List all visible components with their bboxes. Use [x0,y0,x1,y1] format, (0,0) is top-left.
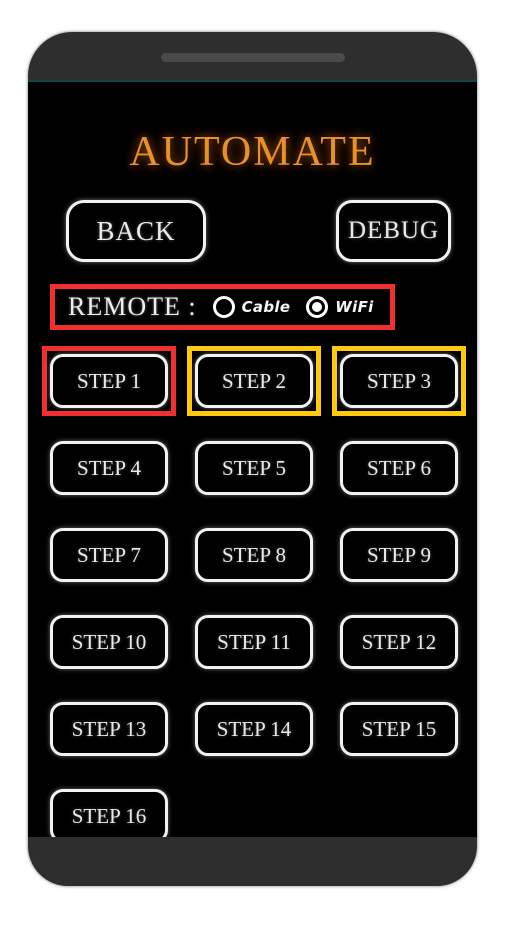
step-button-3[interactable]: STEP 3 [340,354,458,408]
step-button-5[interactable]: STEP 5 [195,441,313,495]
step-cell: STEP 14 [195,702,313,756]
step-button-6[interactable]: STEP 6 [340,441,458,495]
remote-row: REMOTE : Cable WiFi [55,289,390,325]
radio-option-cable[interactable]: Cable [212,296,291,318]
back-button[interactable]: BACK [66,200,206,262]
radio-wifi-icon[interactable] [306,296,329,318]
step-cell: STEP 15 [340,702,458,756]
step-cell: STEP 9 [340,528,458,582]
step-cell: STEP 1 [42,346,176,416]
step-button-16[interactable]: STEP 16 [50,789,168,837]
remote-label: REMOTE : [68,292,197,321]
step-button-4[interactable]: STEP 4 [50,441,168,495]
page-title: AUTOMATE [129,129,376,175]
step-cell: STEP 5 [195,441,313,495]
debug-button[interactable]: DEBUG [336,200,451,262]
step-button-9[interactable]: STEP 9 [340,528,458,582]
step-cell: STEP 13 [50,702,168,756]
step-button-8[interactable]: STEP 8 [195,528,313,582]
step-button-12[interactable]: STEP 12 [340,615,458,669]
phone-device: AUTOMATE BACK DEBUG REMOTE : Cable WiFi … [28,32,477,886]
step-cell: STEP 10 [50,615,168,669]
step-cell: STEP 11 [195,615,313,669]
step-cell: STEP 4 [50,441,168,495]
radio-option-wifi[interactable]: WiFi [306,296,373,318]
speaker-grille [160,53,345,62]
remote-row-highlight-box: REMOTE : Cable WiFi [50,284,395,330]
phone-bottom-bezel [28,837,477,886]
radio-cable-label: Cable [241,298,291,316]
step-cell: STEP 6 [340,441,458,495]
step-button-13[interactable]: STEP 13 [50,702,168,756]
radio-wifi-label: WiFi [335,298,374,316]
step-button-2[interactable]: STEP 2 [195,354,313,408]
step-button-15[interactable]: STEP 15 [340,702,458,756]
step-button-1[interactable]: STEP 1 [50,354,168,408]
step-button-10[interactable]: STEP 10 [50,615,168,669]
step-cell: STEP 12 [340,615,458,669]
step-cell: STEP 8 [195,528,313,582]
radio-cable-icon[interactable] [212,296,235,318]
step-button-grid: STEP 1 STEP 2 STEP 3 STEP 4 STEP 5 STEP 6 STEP… [28,346,477,837]
step-button-7[interactable]: STEP 7 [50,528,168,582]
step-cell: STEP 3 [332,346,466,416]
step-button-14[interactable]: STEP 14 [195,702,313,756]
step-cell: STEP 2 [187,346,321,416]
step-cell: STEP 16 [50,789,168,837]
step-button-11[interactable]: STEP 11 [195,615,313,669]
phone-top-bezel [28,32,477,81]
app-screen: AUTOMATE BACK DEBUG REMOTE : Cable WiFi … [28,82,477,837]
step-cell: STEP 7 [50,528,168,582]
